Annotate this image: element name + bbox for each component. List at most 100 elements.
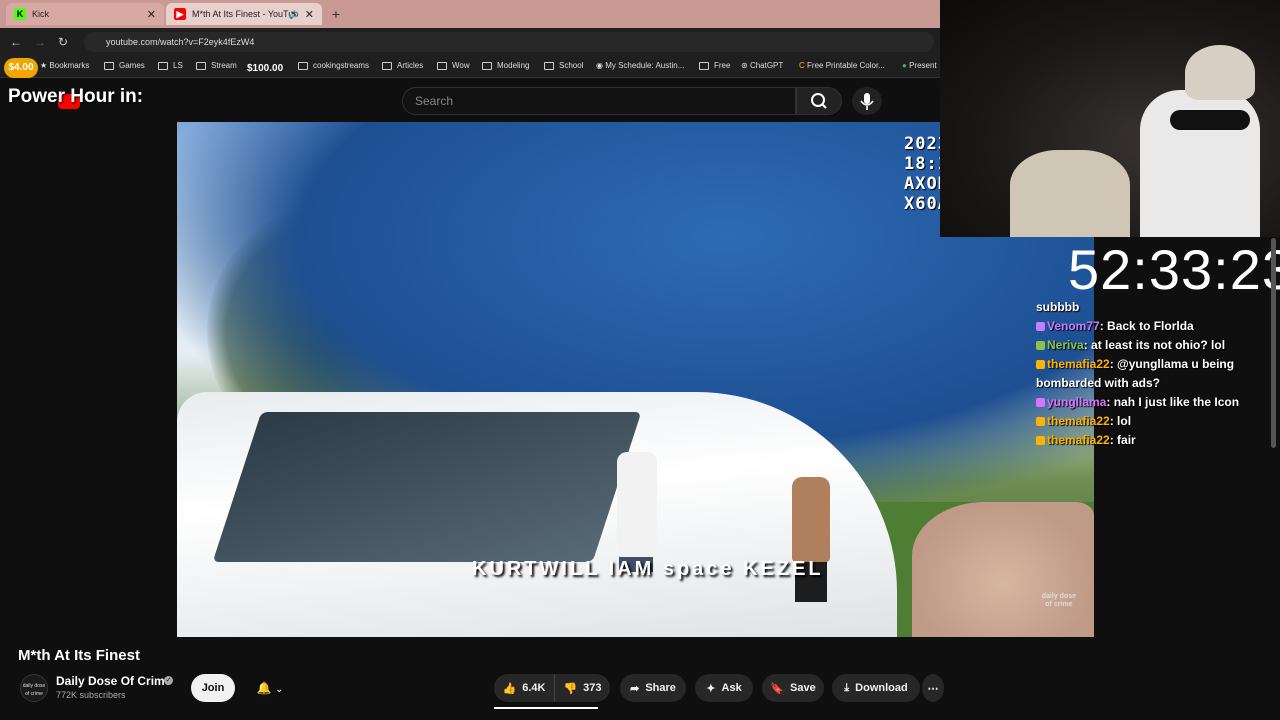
more-options-button[interactable]: ⋯ bbox=[922, 674, 944, 702]
join-button[interactable]: Join bbox=[191, 674, 235, 702]
chat-message: yungllama: nah I just like the Icon bbox=[1036, 393, 1272, 412]
video-caption: KURTWILL IAM space KEZEL bbox=[472, 558, 824, 580]
close-icon[interactable]: ✕ bbox=[147, 8, 156, 21]
watermark-line: daily dose bbox=[1041, 593, 1076, 600]
thumbs-up-icon: 👍 bbox=[502, 682, 517, 695]
folder-icon bbox=[437, 61, 447, 70]
folder-icon bbox=[482, 61, 492, 70]
browser-tab-bar: K Kick ✕ ▶ M*th At Its Finest - YouTub 🔊… bbox=[0, 0, 940, 28]
donation-badge: $4.00 bbox=[4, 58, 38, 78]
like-count: 6.4K bbox=[522, 682, 546, 694]
microphone-icon bbox=[860, 93, 874, 110]
close-icon[interactable]: ✕ bbox=[305, 8, 314, 21]
download-label: Download bbox=[855, 682, 908, 694]
download-button[interactable]: ⤓ Download bbox=[832, 674, 920, 702]
chat-separator: : bbox=[1083, 338, 1092, 352]
chat-badge-icon bbox=[1036, 436, 1045, 446]
save-button[interactable]: 🔖 Save bbox=[762, 674, 824, 702]
search-button[interactable] bbox=[796, 87, 842, 115]
chat-text: Back to Florlda bbox=[1107, 319, 1194, 333]
bookmark-folder[interactable]: LS bbox=[158, 61, 183, 70]
speaker-icon[interactable]: 🔊 bbox=[289, 9, 300, 20]
chat-username: Venom77 bbox=[1047, 319, 1100, 333]
kick-icon: K bbox=[14, 8, 26, 20]
chat-separator: : bbox=[1099, 319, 1108, 333]
chat-badge-icon bbox=[1036, 417, 1045, 427]
dislike-button[interactable]: 👎 373 bbox=[554, 674, 610, 702]
bookmark-folder[interactable]: Free bbox=[699, 61, 730, 70]
folder-icon bbox=[104, 61, 114, 70]
download-icon: ⤓ bbox=[844, 681, 850, 694]
chat-text: subbbb bbox=[1036, 300, 1080, 314]
ask-button[interactable]: ✦ Ask bbox=[695, 674, 753, 702]
chat-username: yungllama bbox=[1047, 395, 1107, 409]
back-icon[interactable]: ← bbox=[10, 35, 22, 49]
donation-total: $100.00 bbox=[247, 63, 284, 74]
search-input[interactable]: Search bbox=[402, 87, 796, 115]
bookmark-folder[interactable]: cookingstreams bbox=[298, 61, 369, 70]
share-icon: ➦ bbox=[630, 682, 640, 695]
folder-icon bbox=[196, 61, 206, 70]
like-button[interactable]: 👍 6.4K bbox=[494, 674, 554, 702]
folder-icon bbox=[158, 61, 168, 70]
watermark-line: of crime bbox=[1045, 601, 1073, 608]
ask-label: Ask bbox=[721, 682, 742, 694]
url-field[interactable]: youtube.com/watch?v=F2eyk4fEzW4 bbox=[84, 32, 934, 52]
bell-icon: 🔔 bbox=[256, 681, 272, 695]
stream-timer: 52:33:23 bbox=[1068, 238, 1280, 301]
chat-message: themafia22: lol bbox=[1036, 412, 1272, 431]
sparkle-icon: ✦ bbox=[706, 682, 716, 695]
video-title: M*th At Its Finest bbox=[18, 647, 140, 664]
tab-youtube[interactable]: ▶ M*th At Its Finest - YouTub 🔊 ✕ bbox=[166, 3, 322, 25]
bookmark-link[interactable]: C Free Printable Color... bbox=[799, 61, 885, 70]
bookmark-folder[interactable]: Wow bbox=[437, 61, 470, 70]
bookmark-folder[interactable]: Stream bbox=[196, 61, 237, 70]
channel-name[interactable]: Daily Dose Of Crime bbox=[56, 674, 171, 688]
more-icon: ⋯ bbox=[927, 682, 939, 695]
video-scene-person bbox=[617, 452, 657, 557]
webcam-feed bbox=[940, 0, 1280, 237]
bookmark-star[interactable]: ★ Bookmarks bbox=[40, 61, 89, 70]
reload-icon[interactable]: ↻ bbox=[58, 35, 68, 49]
folder-icon bbox=[382, 61, 392, 70]
forward-icon[interactable]: → bbox=[34, 35, 46, 49]
address-bar-row: ← → ↻ youtube.com/watch?v=F2eyk4fEzW4 bbox=[0, 28, 940, 56]
bookmark-folder[interactable]: Articles bbox=[382, 61, 423, 70]
chat-message: subbbb bbox=[1036, 298, 1272, 317]
chat-badge-icon bbox=[1036, 360, 1045, 370]
bookmark-folder[interactable]: Games bbox=[104, 61, 145, 70]
chat-text: nah I just like the Icon bbox=[1113, 395, 1240, 409]
chat-badge-icon bbox=[1036, 341, 1045, 351]
webcam-scene-microphone bbox=[1170, 110, 1250, 130]
bookmark-folder[interactable]: Modeling bbox=[482, 61, 529, 70]
thumbs-down-icon: 👎 bbox=[563, 682, 578, 695]
channel-watermark: daily dose of crime bbox=[1042, 593, 1076, 609]
webcam-scene-blanket bbox=[1010, 150, 1130, 237]
new-tab-button[interactable]: + bbox=[328, 6, 344, 22]
subscriber-count: 772K subscribers bbox=[56, 690, 126, 700]
search-icon bbox=[811, 93, 827, 109]
tab-kick[interactable]: K Kick ✕ bbox=[6, 3, 164, 25]
chat-separator: : bbox=[1106, 395, 1114, 409]
channel-avatar[interactable]: daily dose of crime bbox=[20, 674, 48, 702]
bookmark-icon: 🔖 bbox=[770, 682, 784, 695]
chat-message: Venom77: Back to Florlda bbox=[1036, 317, 1272, 336]
chat-text: fair bbox=[1117, 433, 1136, 447]
bookmark-folder[interactable]: School bbox=[544, 61, 583, 70]
share-label: Share bbox=[645, 682, 676, 694]
bookmark-link[interactable]: ⊛ ChatGPT bbox=[741, 61, 783, 70]
bookmark-link[interactable]: ● Present bbox=[902, 61, 937, 70]
chat-scrollbar[interactable] bbox=[1271, 238, 1276, 448]
chevron-down-icon: ⌄ bbox=[274, 684, 284, 695]
notification-button[interactable]: 🔔 ⌄ bbox=[244, 674, 296, 702]
bookmark-link[interactable]: ◉ My Schedule: Austin... bbox=[596, 61, 684, 70]
chat-overlay: subbbb Venom77: Back to Florlda Neriva: at… bbox=[1036, 298, 1272, 450]
chat-message: themafia22: @yungllama u being bombarded… bbox=[1036, 355, 1272, 393]
webcam-scene-hat bbox=[1185, 45, 1255, 100]
tab-label: Kick bbox=[32, 9, 50, 19]
voice-search-button[interactable] bbox=[852, 87, 882, 115]
share-button[interactable]: ➦ Share bbox=[620, 674, 686, 702]
folder-icon bbox=[544, 61, 554, 70]
dislike-count: 373 bbox=[583, 682, 602, 694]
chat-username: Neriva bbox=[1047, 338, 1084, 352]
